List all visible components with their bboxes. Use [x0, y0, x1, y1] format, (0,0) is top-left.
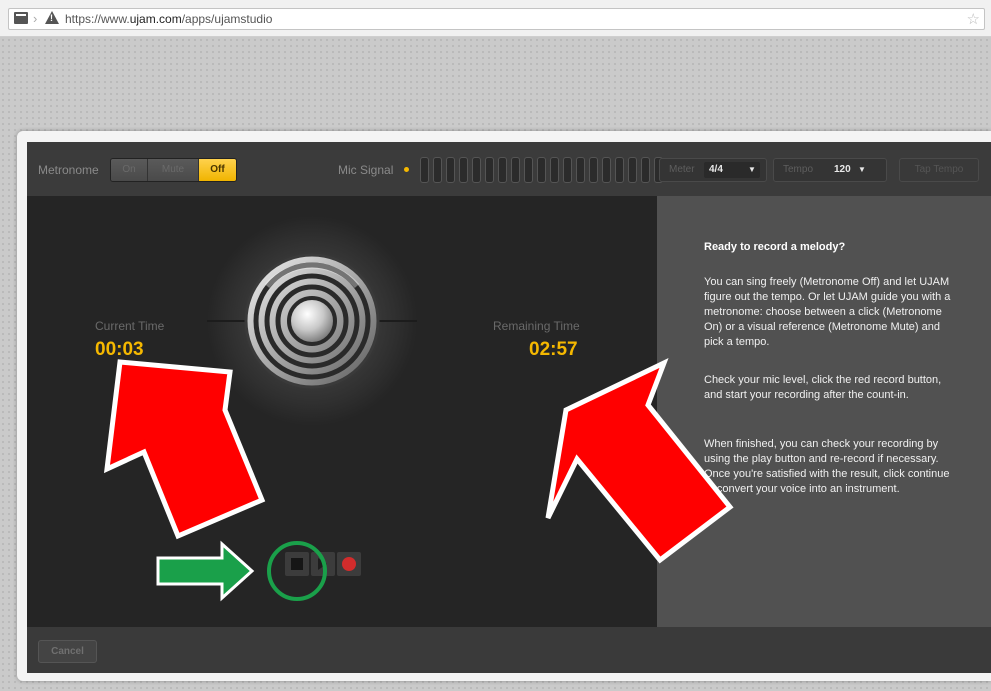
mic-level-meter — [420, 157, 663, 183]
url-field[interactable]: › https://www.ujam.com/apps/ujamstudio ☆ — [8, 8, 985, 30]
recording-dialog: Metronome On Mute Off Mic Signal Meter 4… — [17, 131, 991, 681]
microphone-speaker-icon — [207, 216, 417, 426]
bookmark-star-icon[interactable]: ☆ — [967, 10, 980, 28]
current-time-value: 00:03 — [95, 339, 144, 360]
mic-signal-indicator — [404, 167, 409, 172]
meter-value: 4/4 — [709, 164, 723, 175]
current-time-label: Current Time — [95, 319, 165, 333]
cancel-button[interactable]: Cancel — [38, 640, 97, 663]
browser-address-bar: › https://www.ujam.com/apps/ujamstudio ☆ — [0, 0, 991, 37]
dialog-footer: Cancel — [27, 627, 991, 673]
instructions-paragraph-3: When finished, you can check your record… — [704, 438, 950, 495]
transport-controls — [285, 552, 361, 576]
remaining-time-label: Remaining Time — [493, 319, 580, 333]
stop-icon — [291, 558, 303, 570]
play-icon — [318, 558, 327, 570]
instructions-paragraph-1: You can sing freely (Metronome Off) and … — [704, 276, 951, 348]
chevron-down-icon[interactable]: ▼ — [858, 165, 866, 174]
tempo-control: Tempo 120 ▼ — [773, 158, 887, 182]
page-icon — [14, 12, 28, 24]
record-icon — [342, 557, 356, 571]
stop-button[interactable] — [285, 552, 309, 576]
separator-icon: › — [33, 11, 38, 26]
tempo-value[interactable]: 120 — [834, 164, 851, 175]
metronome-mute-button[interactable]: Mute — [148, 159, 199, 181]
instructions-panel: Ready to record a melody? You can sing f… — [657, 196, 991, 627]
instructions-paragraph-2: Check your mic level, click the red reco… — [704, 374, 942, 401]
url-text[interactable]: https://www.ujam.com/apps/ujamstudio — [65, 12, 272, 26]
metronome-label: Metronome — [38, 163, 99, 177]
meter-control: Meter 4/4 ▼ — [659, 158, 767, 182]
mic-signal-label: Mic Signal — [338, 163, 394, 177]
recorder-panel: Current Time 00:03 Remaining Time 02:57 — [27, 196, 657, 627]
chevron-down-icon: ▼ — [748, 165, 756, 174]
metronome-off-button[interactable]: Off — [199, 159, 236, 181]
warning-icon[interactable] — [45, 11, 59, 24]
play-button[interactable] — [311, 552, 335, 576]
remaining-time-value: 02:57 — [529, 339, 578, 360]
tap-tempo-button[interactable]: Tap Tempo — [899, 158, 979, 182]
instructions-title: Ready to record a melody? — [704, 241, 846, 253]
meter-label: Meter — [669, 164, 695, 175]
recording-toolbar: Metronome On Mute Off Mic Signal Meter 4… — [27, 142, 991, 197]
metronome-on-button[interactable]: On — [111, 159, 148, 181]
tempo-label: Tempo — [783, 164, 814, 175]
metronome-toggle: On Mute Off — [110, 158, 237, 182]
record-button[interactable] — [337, 552, 361, 576]
